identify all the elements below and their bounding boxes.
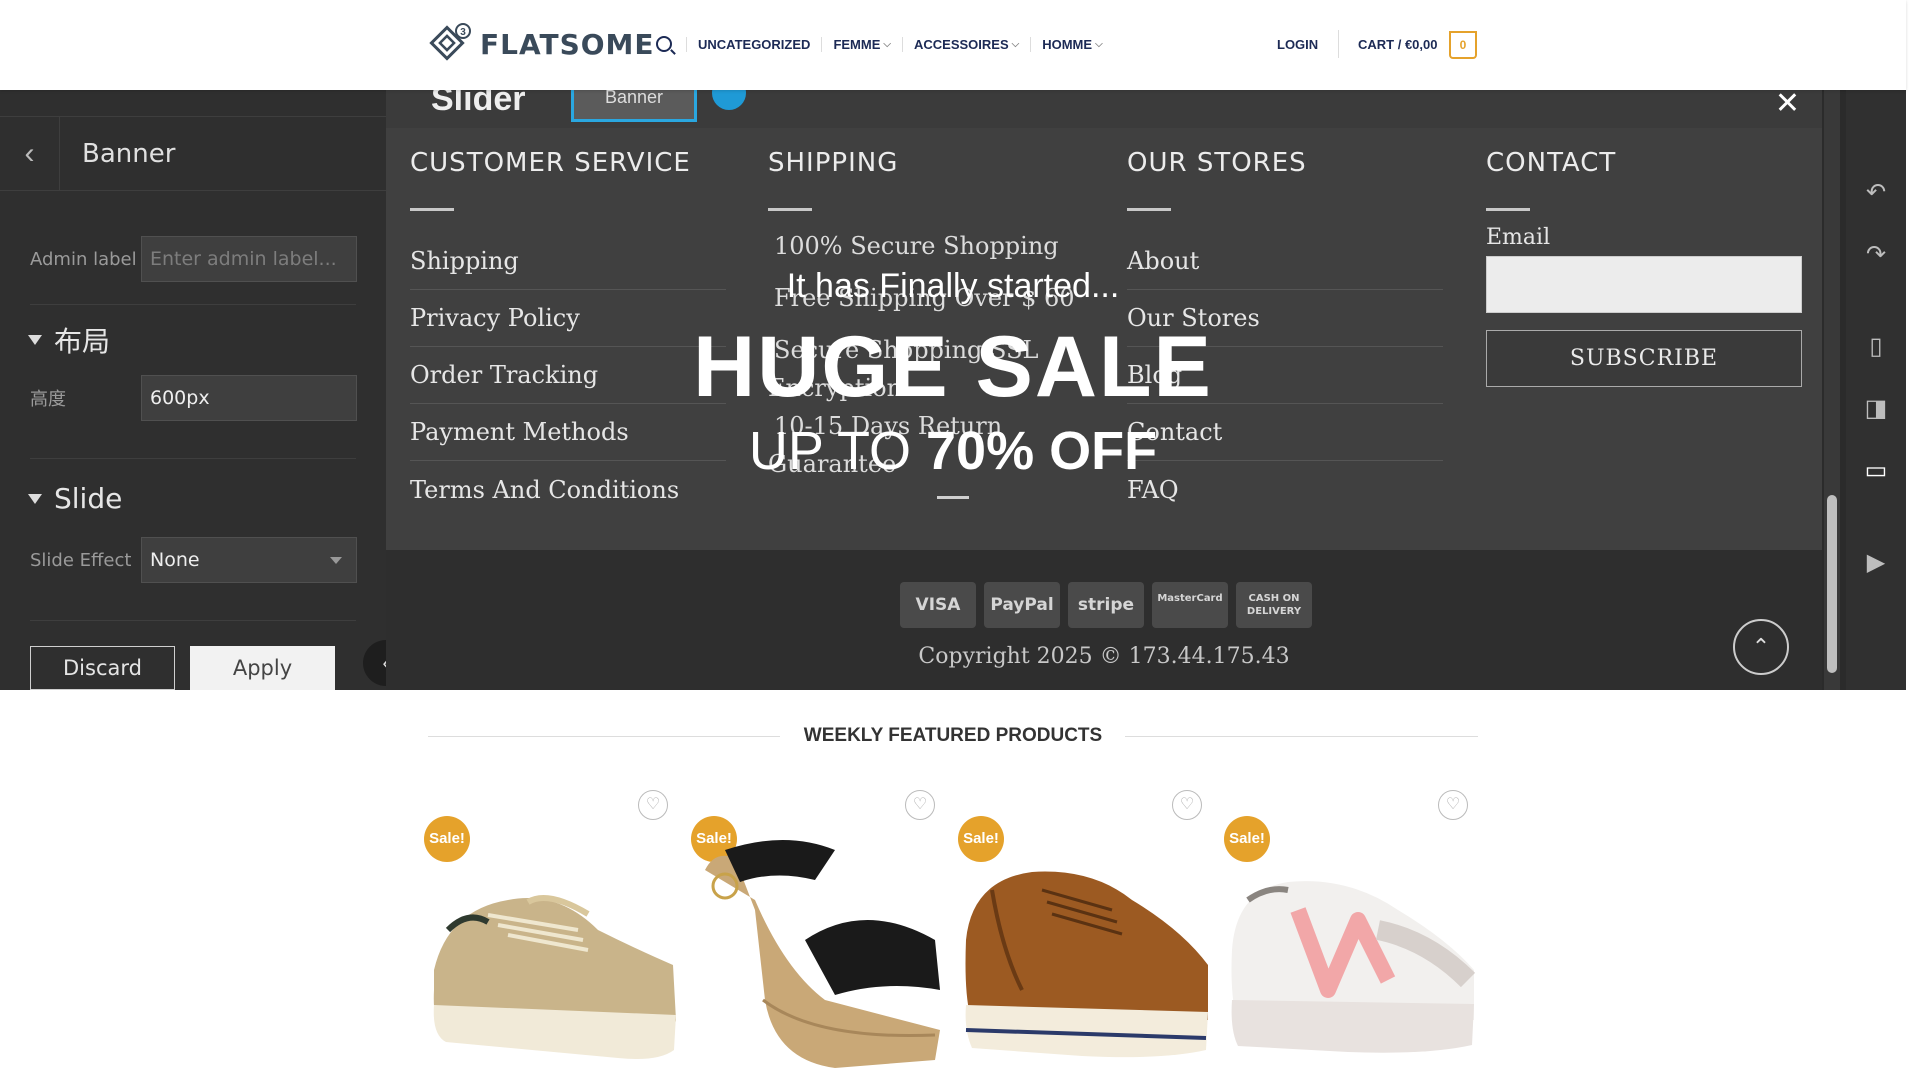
- title-underline: [1127, 208, 1171, 211]
- payment-icons: VISA PayPal stripe MasterCard CASH ON DE…: [900, 582, 1312, 628]
- close-icon[interactable]: ✕: [1775, 90, 1800, 121]
- product-image[interactable]: [695, 790, 945, 1080]
- stripe-icon: stripe: [1068, 582, 1144, 628]
- site-header: 3 FLATSOME UNCATEGORIZED FEMME ⌵ ACCESSOI…: [0, 0, 1906, 90]
- featured-title: WEEKLY FEATURED PRODUCTS: [803, 725, 1103, 746]
- caret-down-icon: [28, 493, 42, 504]
- column-title: SHIPPING: [768, 148, 899, 178]
- add-element-icon[interactable]: [712, 90, 746, 110]
- nav-item-homme[interactable]: HOMME ⌵: [1030, 36, 1113, 52]
- paypal-icon: PayPal: [984, 582, 1060, 628]
- login-link[interactable]: LOGIN: [1277, 37, 1318, 52]
- offer-amount: 70% OFF: [926, 421, 1158, 481]
- page: 3 FLATSOME UNCATEGORIZED FEMME ⌵ ACCESSOI…: [0, 0, 1920, 1080]
- divider: [30, 620, 356, 621]
- banner-offer: UP TO 70% OFF: [0, 420, 1906, 482]
- nav-item-femme[interactable]: FEMME ⌵: [821, 36, 902, 52]
- nav-item-uncategorized[interactable]: UNCATEGORIZED: [686, 36, 821, 52]
- column-title: CUSTOMER SERVICE: [410, 148, 691, 178]
- redo-icon[interactable]: ↷: [1863, 242, 1889, 268]
- undo-icon[interactable]: ↶: [1863, 180, 1889, 206]
- hero-banner: ‹ Banner Admin label Enter admin label..…: [0, 90, 1906, 690]
- builder-panel-header: ‹ Banner: [0, 116, 386, 191]
- product-image[interactable]: [962, 790, 1212, 1080]
- banner-subtitle: It has Finally started...: [786, 267, 1120, 305]
- product-card[interactable]: ♡ Sale!: [958, 790, 1212, 1080]
- nav-item-accessoires[interactable]: ACCESSOIRES ⌵: [901, 36, 1030, 52]
- offer-prefix: UP TO: [748, 421, 927, 481]
- apply-button[interactable]: Apply: [190, 646, 335, 690]
- title-underline: [1486, 208, 1530, 211]
- cart-count-badge[interactable]: 0: [1449, 31, 1477, 59]
- main-nav: UNCATEGORIZED FEMME ⌵ ACCESSOIRES ⌵ HOMME ⌵: [656, 36, 1114, 52]
- play-preview-icon[interactable]: ▶: [1863, 550, 1889, 576]
- cash-on-delivery-icon: CASH ON DELIVERY: [1236, 582, 1312, 628]
- header-divider: [1338, 30, 1339, 58]
- back-to-top-icon[interactable]: ⌃: [1733, 619, 1789, 675]
- back-arrow-icon[interactable]: ‹: [0, 116, 60, 191]
- product-card[interactable]: ♡ Sale!: [691, 790, 945, 1080]
- nav-label: UNCATEGORIZED: [698, 36, 811, 52]
- featured-header: WEEKLY FEATURED PRODUCTS: [428, 725, 1478, 747]
- email-label: Email: [1486, 225, 1551, 250]
- product-image[interactable]: [1228, 790, 1478, 1080]
- slide-section-title: Slide: [54, 482, 123, 515]
- mastercard-icon: MasterCard: [1152, 582, 1228, 628]
- slide-effect-select[interactable]: None: [141, 537, 357, 583]
- shipping-line: 100% Secure Shopping: [774, 232, 1059, 260]
- column-title: OUR STORES: [1127, 148, 1307, 178]
- logo-diamond-icon: 3: [429, 23, 471, 61]
- nav-label: HOMME: [1042, 36, 1093, 52]
- title-underline: [768, 208, 812, 211]
- footer-bottom: VISA PayPal stripe MasterCard CASH ON DE…: [386, 550, 1822, 690]
- slider-label: Slider: [431, 90, 526, 118]
- copyright-text: Copyright 2025 © 173.44.175.43: [918, 644, 1290, 669]
- cart-link[interactable]: CART / €0,00: [1358, 37, 1437, 52]
- title-underline: [410, 208, 454, 211]
- banner-divider: [937, 496, 969, 499]
- slide-section-toggle[interactable]: Slide: [28, 482, 122, 515]
- product-card[interactable]: ♡ Sale!: [1224, 790, 1478, 1080]
- builder-panel-title: Banner: [82, 138, 176, 169]
- visa-icon: VISA: [900, 582, 976, 628]
- slide-effect-label: Slide Effect: [30, 549, 132, 571]
- chevron-down-icon: ⌵: [883, 38, 891, 50]
- site-logo[interactable]: 3 FLATSOME: [428, 22, 655, 66]
- product-card[interactable]: ♡ Sale!: [424, 790, 678, 1080]
- logo-badge: 3: [460, 27, 466, 38]
- banner-chip[interactable]: Banner: [571, 90, 697, 122]
- banner-title: HUGE SALE: [693, 319, 1213, 415]
- chevron-down-icon: ⌵: [1095, 38, 1103, 50]
- nav-label: FEMME: [833, 36, 881, 52]
- preview-toolbar: Slider Banner ✕: [386, 90, 1822, 128]
- product-image[interactable]: [428, 790, 678, 1080]
- search-icon[interactable]: [656, 36, 672, 52]
- logo-text: FLATSOME: [480, 27, 655, 61]
- slide-effect-row: Slide Effect None: [30, 537, 357, 583]
- scrollbar-thumb[interactable]: [1827, 495, 1837, 673]
- discard-button[interactable]: Discard: [30, 646, 175, 690]
- builder-top-strip: [0, 90, 386, 117]
- chevron-down-icon: ⌵: [1011, 38, 1020, 50]
- column-title: CONTACT: [1486, 148, 1617, 178]
- nav-label: ACCESSOIRES: [913, 36, 1009, 52]
